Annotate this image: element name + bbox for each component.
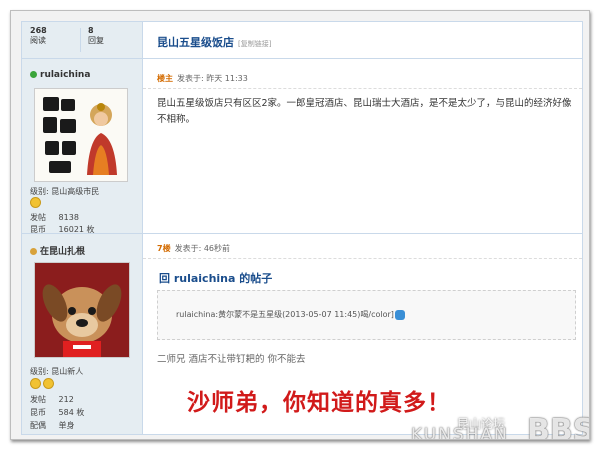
thread-title-text: 昆山五星级饭店: [157, 36, 234, 49]
replies-count: 8: [88, 26, 94, 35]
posts-value[interactable]: 212: [59, 395, 74, 404]
copy-link[interactable]: [复制链接]: [238, 40, 271, 48]
level-value: 昆山高级市民: [51, 187, 100, 196]
medal-row: [30, 197, 43, 209]
floor-label: 楼主: [157, 74, 173, 83]
author-level: 级别: 昆山新人: [30, 366, 83, 378]
post-meta-text: 楼主 发表于: 昨天 11:33: [157, 73, 248, 84]
reply-heading[interactable]: 回 rulaichina 的帖子: [159, 270, 272, 286]
author-posts: 发帖 8138: [30, 212, 79, 224]
views-label: 阅读: [30, 36, 46, 45]
thread-title: 昆山五星级饭店 [复制链接]: [157, 34, 271, 50]
level-value: 昆山新人: [51, 367, 84, 376]
quote-text: rulaichina:黄尔蒙不是五星级(2013-05-07 11:45)喝/c…: [176, 310, 394, 319]
author-sidebar: 在昆山扎根 级别: 昆山新人 发帖 212 昆币 584 枚 配偶 单身: [22, 234, 143, 434]
author-name[interactable]: rulaichina: [30, 70, 90, 80]
moon-medal-icon: [30, 378, 41, 389]
author-spouse: 配偶 单身: [30, 420, 75, 432]
avatar[interactable]: [34, 262, 130, 358]
replies-label: 回复: [88, 36, 104, 45]
coins-value: 584 枚: [58, 408, 85, 417]
avatar[interactable]: [34, 88, 128, 182]
floor-label: 7楼: [157, 244, 171, 253]
screenshot-frame: 268 阅读 8 回复 rulaichina 级别: 昆山高级市民 发帖 813…: [10, 10, 590, 440]
post-time: 发表于: 昨天 11:33: [177, 74, 248, 83]
offline-status-icon: [30, 248, 37, 255]
thread-stats: 268 阅读 8 回复: [22, 22, 142, 59]
spouse-value: 单身: [58, 421, 75, 430]
post-meta: 楼主 发表于: 昨天 11:33: [143, 68, 582, 89]
posts-label: 发帖: [30, 395, 46, 404]
quote-text-row: rulaichina:黄尔蒙不是五星级(2013-05-07 11:45)喝/c…: [176, 309, 405, 320]
overlay-caption: 沙师弟，你知道的真多！: [187, 389, 451, 416]
author-name[interactable]: 在昆山扎根: [30, 244, 85, 257]
author-name-text[interactable]: 在昆山扎根: [40, 247, 85, 257]
posts-label: 发帖: [30, 213, 46, 222]
stats-divider: [80, 28, 81, 52]
author-name-text[interactable]: rulaichina: [40, 70, 90, 80]
post-1: 268 阅读 8 回复 rulaichina 级别: 昆山高级市民 发帖 813…: [21, 21, 583, 235]
avatar-image: [35, 263, 129, 357]
thread-title-bar: 昆山五星级饭店 [复制链接]: [143, 22, 582, 59]
post-meta-text: 7楼 发表于: 46秒前: [157, 243, 230, 254]
level-label: 级别:: [30, 367, 49, 376]
medal-row: [30, 378, 56, 390]
post-time: 发表于: 46秒前: [174, 244, 230, 253]
author-posts: 发帖 212: [30, 394, 74, 406]
post-body: 昆山五星级饭店 [复制链接] 楼主 发表于: 昨天 11:33 昆山五星级饭店只有区…: [143, 22, 582, 234]
watermark-en: KUNSHAN: [411, 425, 509, 440]
quote-block: rulaichina:黄尔蒙不是五星级(2013-05-07 11:45)喝/c…: [157, 290, 576, 340]
refresh-icon[interactable]: [394, 309, 405, 320]
smile-medal-icon: [30, 197, 41, 208]
views-stat: 268 阅读: [30, 26, 47, 46]
star-medal-icon: [43, 378, 54, 389]
online-status-icon: [30, 71, 37, 78]
replies-stat: 8 回复: [88, 26, 104, 46]
post-meta: 7楼 发表于: 46秒前: [143, 238, 582, 259]
author-sidebar: 268 阅读 8 回复 rulaichina 级别: 昆山高级市民 发帖 813…: [22, 22, 143, 234]
coins-label: 昆币: [30, 408, 46, 417]
avatar-image: [35, 89, 127, 181]
post-content: 昆山五星级饭店只有区区2家。一郎皇冠酒店、昆山瑞士大酒店，是不是太少了，与昆山的…: [157, 98, 572, 125]
views-count: 268: [30, 26, 47, 35]
posts-value[interactable]: 8138: [59, 213, 79, 222]
level-label: 级别:: [30, 187, 49, 196]
author-coins: 昆币 584 枚: [30, 407, 84, 419]
spouse-label: 配偶: [30, 421, 46, 430]
watermark-bbs: BBS: [527, 413, 590, 440]
post-content: 二师兄 酒店不让带钉耙的 你不能去: [157, 354, 306, 365]
